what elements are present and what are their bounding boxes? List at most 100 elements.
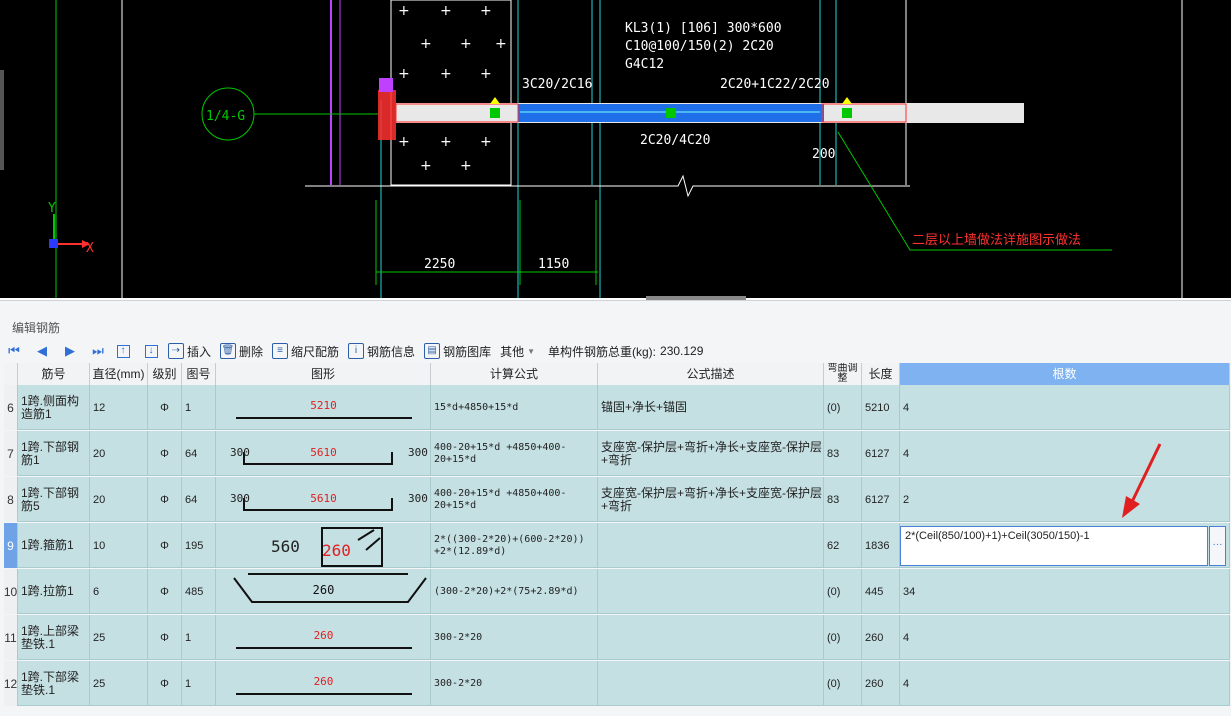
rebar-info-button[interactable]: i 钢筋信息 xyxy=(348,343,415,360)
header-shape[interactable]: 图形 xyxy=(216,363,431,385)
bend-adjust-cell[interactable]: (0) xyxy=(824,569,862,614)
header-formula-desc[interactable]: 公式描述 xyxy=(598,363,824,385)
figure-no-cell[interactable]: 1 xyxy=(182,385,216,430)
formula-cell[interactable]: 400-20+15*d +4850+400-20+15*d xyxy=(431,477,598,522)
bend-adjust-cell[interactable]: 62 xyxy=(824,523,862,568)
bend-adjust-cell[interactable]: (0) xyxy=(824,615,862,660)
count-cell[interactable]: 4 xyxy=(900,615,1230,660)
formula-cell[interactable]: 300-2*20 xyxy=(431,661,598,706)
bar-name-cell[interactable]: 1跨.下部梁垫铁.1 xyxy=(18,661,90,706)
grade-cell[interactable]: Φ xyxy=(148,661,182,706)
formula-cell[interactable]: 400-20+15*d +4850+400-20+15*d xyxy=(431,431,598,476)
next-icon[interactable]: ▶ xyxy=(56,341,84,361)
bend-adjust-cell[interactable]: (0) xyxy=(824,661,862,706)
move-down-icon[interactable]: ↓ xyxy=(140,341,168,361)
grade-cell[interactable]: Φ xyxy=(148,385,182,430)
prev-icon[interactable]: ◀ xyxy=(28,341,56,361)
shape-cell[interactable]: 5210 xyxy=(216,385,431,430)
diameter-cell[interactable]: 20 xyxy=(90,431,148,476)
other-dropdown[interactable]: 其他 ▼ xyxy=(500,343,535,360)
table-row[interactable]: 6 1跨.侧面构造筋1 12 Φ 1 5210 15*d+4850+15*d 锚固+净长+锚固… xyxy=(4,385,1230,430)
count-edit-field[interactable]: 2*(Ceil(850/100)+1)+Ceil(3050/150)-1 xyxy=(900,526,1208,566)
bar-name-cell[interactable]: 1跨.下部钢筋5 xyxy=(18,477,90,522)
figure-no-cell[interactable]: 1 xyxy=(182,615,216,660)
formula-desc-cell[interactable] xyxy=(598,523,824,568)
diameter-cell[interactable]: 20 xyxy=(90,477,148,522)
bar-name-cell[interactable]: 1跨.箍筋1 xyxy=(18,523,90,568)
header-diameter[interactable]: 直径(mm) xyxy=(90,363,148,385)
formula-desc-cell[interactable] xyxy=(598,661,824,706)
grade-cell[interactable]: Φ xyxy=(148,523,182,568)
formula-desc-cell[interactable]: 支座宽-保护层+弯折+净长+支座宽-保护层+弯折 xyxy=(598,431,824,476)
ellipsis-button[interactable]: ··· xyxy=(1209,526,1226,566)
grade-cell[interactable]: Φ xyxy=(148,477,182,522)
shape-cell[interactable]: 560 260 xyxy=(216,523,431,568)
length-cell[interactable]: 260 xyxy=(862,615,900,660)
grade-cell[interactable]: Φ xyxy=(148,569,182,614)
diameter-cell[interactable]: 12 xyxy=(90,385,148,430)
length-cell[interactable]: 6127 xyxy=(862,477,900,522)
rebar-library-button[interactable]: ▤ 钢筋图库 xyxy=(424,343,491,360)
bar-name-cell[interactable]: 1跨.拉筋1 xyxy=(18,569,90,614)
bend-adjust-cell[interactable]: 83 xyxy=(824,477,862,522)
cad-viewport[interactable]: + + + + + + + + + + + + + + KL3(1) [106]… xyxy=(0,0,1231,298)
formula-desc-cell[interactable] xyxy=(598,615,824,660)
table-row[interactable]: 11 1跨.上部梁垫铁.1 25 Φ 1 260 300-2*20 (0) 260 4 xyxy=(4,615,1230,660)
formula-cell[interactable]: 2*((300-2*20)+(600-2*20)) +2*(12.89*d) xyxy=(431,523,598,568)
shape-cell[interactable]: 260 xyxy=(216,569,431,614)
grade-cell[interactable]: Φ xyxy=(148,431,182,476)
count-cell[interactable]: 4 xyxy=(900,661,1230,706)
header-bar-number[interactable]: 筋号 xyxy=(18,363,90,385)
scale-button[interactable]: ≡ 缩尺配筋 xyxy=(272,343,339,360)
figure-no-cell[interactable]: 64 xyxy=(182,431,216,476)
table-row[interactable]: 12 1跨.下部梁垫铁.1 25 Φ 1 260 300-2*20 (0) 260 4 xyxy=(4,661,1230,706)
length-cell[interactable]: 260 xyxy=(862,661,900,706)
length-cell[interactable]: 5210 xyxy=(862,385,900,430)
header-count[interactable]: 根数 xyxy=(900,363,1230,385)
diameter-cell[interactable]: 6 xyxy=(90,569,148,614)
table-row[interactable]: 8 1跨.下部钢筋5 20 Φ 64 300 300 5610 400-20+15*d +485… xyxy=(4,477,1230,522)
header-formula[interactable]: 计算公式 xyxy=(431,363,598,385)
formula-cell[interactable]: 15*d+4850+15*d xyxy=(431,385,598,430)
diameter-cell[interactable]: 10 xyxy=(90,523,148,568)
formula-desc-cell[interactable]: 支座宽-保护层+弯折+净长+支座宽-保护层+弯折 xyxy=(598,477,824,522)
header-length[interactable]: 长度 xyxy=(862,363,900,385)
header-bend-adjust[interactable]: 弯曲调整 xyxy=(824,363,862,385)
shape-cell[interactable]: 300 300 5610 xyxy=(216,431,431,476)
first-icon[interactable]: ⏮ xyxy=(0,341,28,361)
table-row[interactable]: 7 1跨.下部钢筋1 20 Φ 64 300 300 5610 400-20+15*d +485… xyxy=(4,431,1230,476)
move-up-icon[interactable]: ↑ xyxy=(112,341,140,361)
bar-name-cell[interactable]: 1跨.侧面构造筋1 xyxy=(18,385,90,430)
figure-no-cell[interactable]: 1 xyxy=(182,661,216,706)
shape-cell[interactable]: 260 xyxy=(216,661,431,706)
shape-cell[interactable]: 300 300 5610 xyxy=(216,477,431,522)
bar-name-cell[interactable]: 1跨.上部梁垫铁.1 xyxy=(18,615,90,660)
bar-name-cell[interactable]: 1跨.下部钢筋1 xyxy=(18,431,90,476)
shape-cell[interactable]: 260 xyxy=(216,615,431,660)
formula-cell[interactable]: 300-2*20 xyxy=(431,615,598,660)
grade-cell[interactable]: Φ xyxy=(148,615,182,660)
table-row[interactable]: 10 1跨.拉筋1 6 Φ 485 260 (300-2*20)+2*(75+2.89*d)… xyxy=(4,569,1230,614)
count-cell[interactable]: 2 xyxy=(900,477,1230,522)
formula-desc-cell[interactable]: 锚固+净长+锚固 xyxy=(598,385,824,430)
length-cell[interactable]: 445 xyxy=(862,569,900,614)
diameter-cell[interactable]: 25 xyxy=(90,661,148,706)
count-cell[interactable]: 4 xyxy=(900,431,1230,476)
header-grade[interactable]: 级别 xyxy=(148,363,182,385)
count-cell[interactable]: 4 xyxy=(900,385,1230,430)
count-cell[interactable]: 34 xyxy=(900,569,1230,614)
length-cell[interactable]: 6127 xyxy=(862,431,900,476)
last-icon[interactable]: ⏭ xyxy=(84,341,112,361)
length-cell[interactable]: 1836 xyxy=(862,523,900,568)
table-row[interactable]: 9 1跨.箍筋1 10 Φ 195 560 260 2*((300-2*20)+(600-2*… xyxy=(4,523,1230,568)
figure-no-cell[interactable]: 64 xyxy=(182,477,216,522)
header-figure-no[interactable]: 图号 xyxy=(182,363,216,385)
formula-desc-cell[interactable] xyxy=(598,569,824,614)
formula-cell[interactable]: (300-2*20)+2*(75+2.89*d) xyxy=(431,569,598,614)
delete-button[interactable]: 🗑 删除 xyxy=(220,343,263,360)
figure-no-cell[interactable]: 485 xyxy=(182,569,216,614)
bend-adjust-cell[interactable]: (0) xyxy=(824,385,862,430)
figure-no-cell[interactable]: 195 xyxy=(182,523,216,568)
insert-button[interactable]: ⇢ 插入 xyxy=(168,343,211,360)
bend-adjust-cell[interactable]: 83 xyxy=(824,431,862,476)
